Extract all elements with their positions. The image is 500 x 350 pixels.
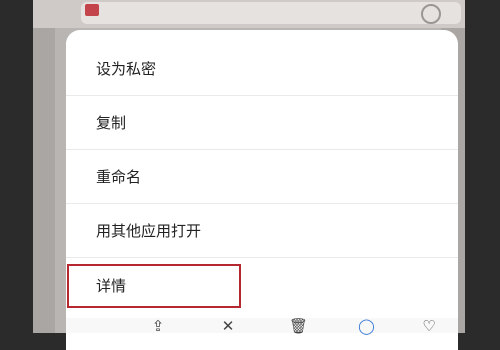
menu-item-open-with[interactable]: 用其他应用打开 <box>66 204 458 258</box>
menu-item-rename[interactable]: 重命名 <box>66 150 458 204</box>
menu-item-label: 设为私密 <box>96 60 157 78</box>
share-icon[interactable]: ⇪ <box>150 318 166 334</box>
select-circle-icon <box>421 4 441 24</box>
file-thumbnail-icon <box>85 4 99 16</box>
menu-item-details[interactable]: 详情 <box>66 258 458 312</box>
close-icon[interactable]: ✕ <box>220 318 236 334</box>
menu-item-label: 详情 <box>96 276 127 295</box>
favorite-icon[interactable]: ♡ <box>421 318 437 334</box>
context-menu: 设为私密 复制 重命名 用其他应用打开 详情 <box>66 30 458 350</box>
background-edge-left <box>33 28 55 333</box>
menu-item-label: 复制 <box>96 114 127 132</box>
menu-item-label: 重命名 <box>96 168 142 186</box>
info-icon[interactable]: ◯ <box>358 318 375 334</box>
menu-item-label: 用其他应用打开 <box>96 222 202 240</box>
delete-icon[interactable]: 🗑 <box>289 318 308 334</box>
background-list-row <box>81 2 461 24</box>
menu-item-set-private[interactable]: 设为私密 <box>66 42 458 96</box>
bottom-toolbar <box>66 318 458 333</box>
menu-item-copy[interactable]: 复制 <box>66 96 458 150</box>
